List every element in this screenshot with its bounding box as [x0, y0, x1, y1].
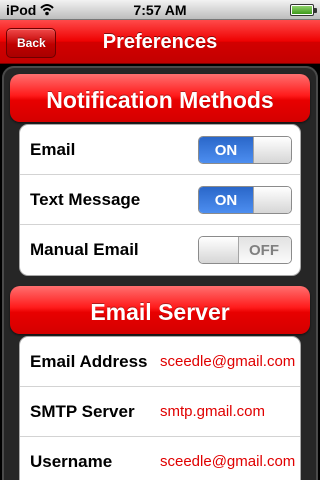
email-address-row[interactable]: Email Address sceedle@gmail.com	[20, 337, 300, 387]
row-label: Email	[30, 140, 76, 159]
toggle-on-label: ON	[199, 187, 253, 213]
row-label: Username	[30, 452, 113, 471]
row-label: Email Address	[30, 352, 148, 371]
notification-methods-header: Notification Methods	[10, 74, 310, 122]
manual-email-row: Manual Email OFF	[20, 225, 300, 275]
smtp-server-row[interactable]: SMTP Server smtp.gmail.com	[20, 387, 300, 437]
username-field[interactable]: sceedle@gmail.com	[160, 437, 295, 480]
row-label: Text Message	[30, 190, 141, 209]
username-row[interactable]: Username sceedle@gmail.com	[20, 437, 300, 480]
toggle-knob	[253, 187, 291, 213]
toggle-off-label: OFF	[237, 237, 291, 263]
status-time: 7:57 AM	[133, 2, 187, 18]
email-server-header: Email Server	[10, 286, 310, 334]
email-address-field[interactable]: sceedle@gmail.com	[160, 337, 295, 387]
toggle-knob	[253, 137, 291, 163]
battery-icon	[290, 4, 317, 16]
row-label: Manual Email	[30, 240, 139, 259]
toggle-knob	[199, 237, 239, 263]
smtp-server-field[interactable]: smtp.gmail.com	[160, 387, 265, 437]
status-bar: iPod 7:57 AM	[0, 0, 320, 20]
text-message-toggle[interactable]: ON	[198, 186, 292, 214]
back-button[interactable]: Back	[6, 28, 56, 58]
row-label: SMTP Server	[30, 402, 135, 421]
email-server-group: Email Address sceedle@gmail.com SMTP Ser…	[19, 336, 301, 480]
text-message-row: Text Message ON	[20, 175, 300, 225]
manual-email-toggle[interactable]: OFF	[198, 236, 292, 264]
navigation-bar: Preferences Back	[0, 20, 320, 64]
email-toggle[interactable]: ON	[198, 136, 292, 164]
notification-methods-group: Email ON Text Message ON Manual Email OF…	[19, 124, 301, 276]
toggle-on-label: ON	[199, 137, 253, 163]
email-notification-row: Email ON	[20, 125, 300, 175]
preferences-content[interactable]: Notification Methods Email ON Text Messa…	[0, 64, 320, 480]
